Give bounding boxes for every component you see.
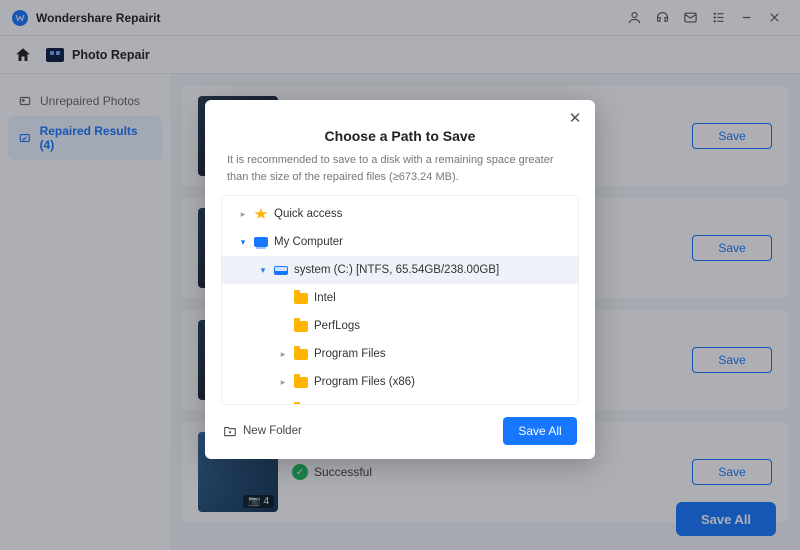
drive-icon bbox=[274, 266, 288, 275]
modal-close-icon[interactable]: ✕ bbox=[565, 108, 585, 128]
folder-icon bbox=[294, 377, 308, 388]
folder-icon bbox=[294, 293, 308, 304]
new-folder-icon bbox=[223, 424, 237, 438]
folder-tree: ▸Quick access ▾My Computer ▾system (C:) … bbox=[221, 195, 579, 405]
tree-my-computer[interactable]: ▾My Computer bbox=[222, 228, 578, 256]
folder-icon bbox=[294, 405, 308, 406]
tree-drive-c[interactable]: ▾system (C:) [NTFS, 65.54GB/238.00GB] bbox=[222, 256, 578, 284]
new-folder-button[interactable]: New Folder bbox=[223, 424, 302, 438]
folder-icon bbox=[294, 349, 308, 360]
modal-hint: It is recommended to save to a disk with… bbox=[205, 152, 595, 195]
folder-icon bbox=[294, 321, 308, 332]
save-path-modal: ✕ Choose a Path to Save It is recommende… bbox=[205, 100, 595, 459]
computer-icon bbox=[254, 237, 268, 247]
tree-folder[interactable]: PerfLogs bbox=[222, 312, 578, 340]
modal-title: Choose a Path to Save bbox=[205, 100, 595, 152]
tree-quick-access[interactable]: ▸Quick access bbox=[222, 200, 578, 228]
tree-folder[interactable]: Repairit 2023-06-30 at 17.55.31 bbox=[222, 396, 578, 405]
tree-folder[interactable]: Intel bbox=[222, 284, 578, 312]
tree-folder[interactable]: ▸Program Files bbox=[222, 340, 578, 368]
tree-folder[interactable]: ▸Program Files (x86) bbox=[222, 368, 578, 396]
star-icon bbox=[254, 208, 268, 220]
modal-save-all-button[interactable]: Save All bbox=[503, 417, 577, 445]
